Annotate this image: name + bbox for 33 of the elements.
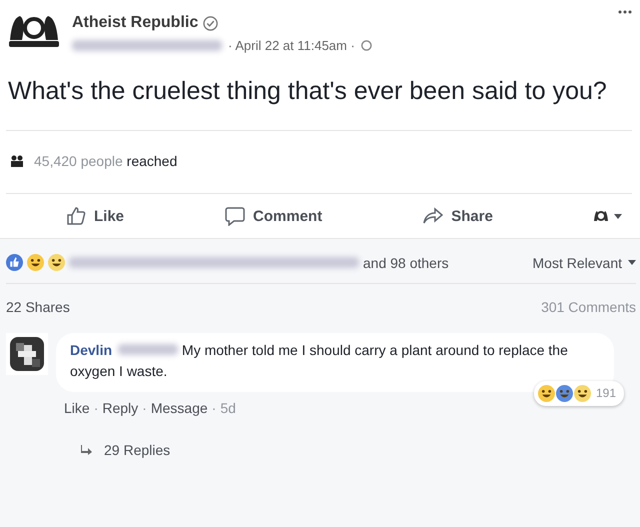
post-timestamp[interactable]: · April 22 at 11:45am · [228,38,355,53]
comment-button[interactable]: Comment [225,206,322,226]
reply-arrow-icon [80,445,92,455]
comment-age: 5d [220,400,236,416]
laughing-face-icon [27,254,44,271]
post-text: What's the cruelest thing that's ever been said to you? [8,76,608,107]
laughing-face-icon [538,385,555,402]
more-icon[interactable] [618,10,632,14]
page-avatar-icon[interactable] [594,210,608,222]
comment-text: Devlin My mother told me I should carry a plant around to replace the oxygen I waste. [70,341,569,381]
shares-count[interactable]: 22 Shares [6,299,70,315]
comment-action-link[interactable]: Message [150,400,208,416]
reaction-others[interactable]: and 98 others [363,254,449,270]
separator-dot: · [212,400,216,416]
page-name[interactable]: Atheist Republic [72,14,198,32]
speech-bubble-icon [225,206,246,226]
separator-dot: · [94,400,98,416]
separator-dot: · [142,400,147,416]
people-icon [10,155,24,167]
like-reaction-icon [6,254,23,271]
like-button[interactable]: Like [66,206,124,226]
reach-count: 45,420 people [34,153,123,169]
share-button[interactable]: Share [423,207,493,225]
comment-action-link[interactable]: Like [64,400,90,416]
reach-label: reached [126,153,178,169]
sort-dropdown[interactable]: Most Relevant [532,254,636,270]
replies-link[interactable]: 29 Replies [64,416,636,458]
thumbs-up-icon [66,206,86,226]
globe-icon [360,40,372,51]
comment-action-link[interactable]: Reply [102,400,138,416]
share-arrow-icon [423,207,444,225]
caret-icon [628,260,636,265]
caret-icon [614,214,622,218]
